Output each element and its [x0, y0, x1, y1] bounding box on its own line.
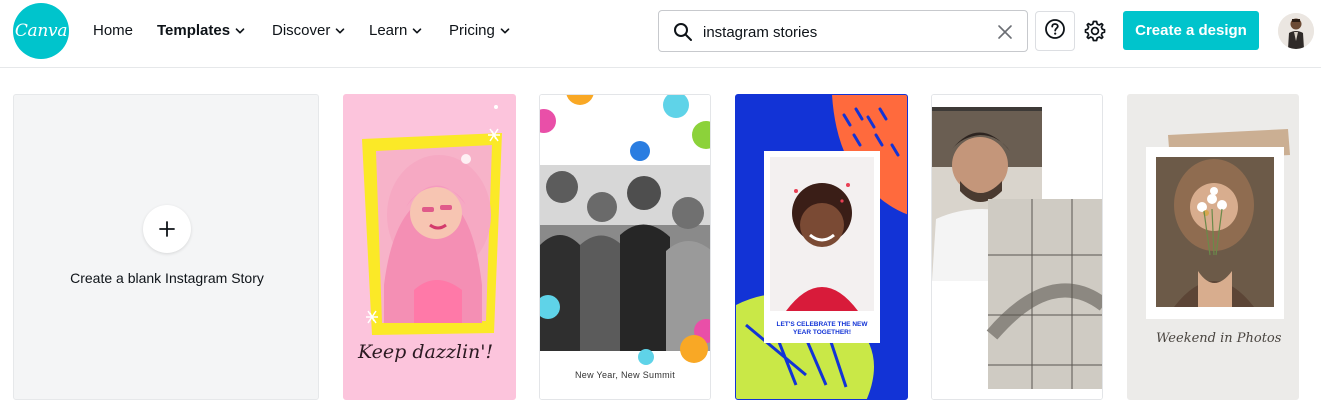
- chevron-down-icon: [500, 26, 510, 36]
- template-thumbnail-celebrate: [736, 95, 907, 399]
- template-card[interactable]: New Year, New Summit: [539, 94, 711, 400]
- template-thumbnail-portrait-grid: [932, 95, 1102, 399]
- canva-logo[interactable]: Canva: [13, 3, 69, 59]
- chevron-down-icon: [335, 26, 345, 36]
- create-blank-story-card[interactable]: Create a blank Instagram Story: [13, 94, 319, 400]
- gear-icon[interactable]: [1083, 19, 1107, 43]
- search-icon[interactable]: [673, 22, 693, 42]
- chevron-down-icon: [235, 26, 245, 36]
- search-bar: [658, 10, 1028, 52]
- nav-home[interactable]: Home: [93, 22, 133, 39]
- template-card[interactable]: LET'S CELEBRATE THE NEW YEAR TOGETHER!: [735, 94, 908, 400]
- avatar[interactable]: [1278, 13, 1314, 49]
- template-thumbnail-polaroid: [1128, 95, 1298, 399]
- logo-text: Canva: [14, 21, 68, 41]
- template-card[interactable]: Keep dazzlin'!: [343, 94, 516, 400]
- nav-home-label: Home: [93, 22, 134, 39]
- search-input[interactable]: [703, 20, 973, 44]
- template-text: New Year, New Summit: [574, 370, 676, 380]
- plus-icon: [143, 205, 191, 253]
- nav-learn-label: Learn: [369, 22, 408, 39]
- blank-story-label: Create a blank Instagram Story: [70, 270, 264, 286]
- help-circle-icon: [1044, 18, 1066, 45]
- template-text: LET'S CELEBRATE THE NEW YEAR TOGETHER!: [776, 321, 868, 336]
- nav-pricing[interactable]: Pricing: [449, 22, 510, 39]
- create-design-button[interactable]: Create a design: [1123, 11, 1259, 50]
- template-thumbnail-group: [540, 95, 710, 399]
- nav-discover-label: Discover: [272, 22, 331, 39]
- close-icon[interactable]: [997, 24, 1013, 40]
- nav-pricing-label: Pricing: [449, 22, 495, 39]
- nav-templates-label: Templates: [157, 22, 231, 39]
- nav-learn[interactable]: Learn: [369, 22, 422, 39]
- template-card[interactable]: [931, 94, 1103, 400]
- template-card[interactable]: Weekend in Photos: [1127, 94, 1299, 400]
- nav-discover[interactable]: Discover: [272, 22, 345, 39]
- template-text: Weekend in Photos: [1156, 331, 1282, 346]
- top-navigation-bar: Canva Home Templates Discover Learn Pric…: [0, 0, 1321, 68]
- help-button[interactable]: [1035, 11, 1075, 51]
- template-text: Keep dazzlin'!: [358, 341, 494, 363]
- nav-templates[interactable]: Templates: [157, 22, 245, 39]
- chevron-down-icon: [412, 26, 422, 36]
